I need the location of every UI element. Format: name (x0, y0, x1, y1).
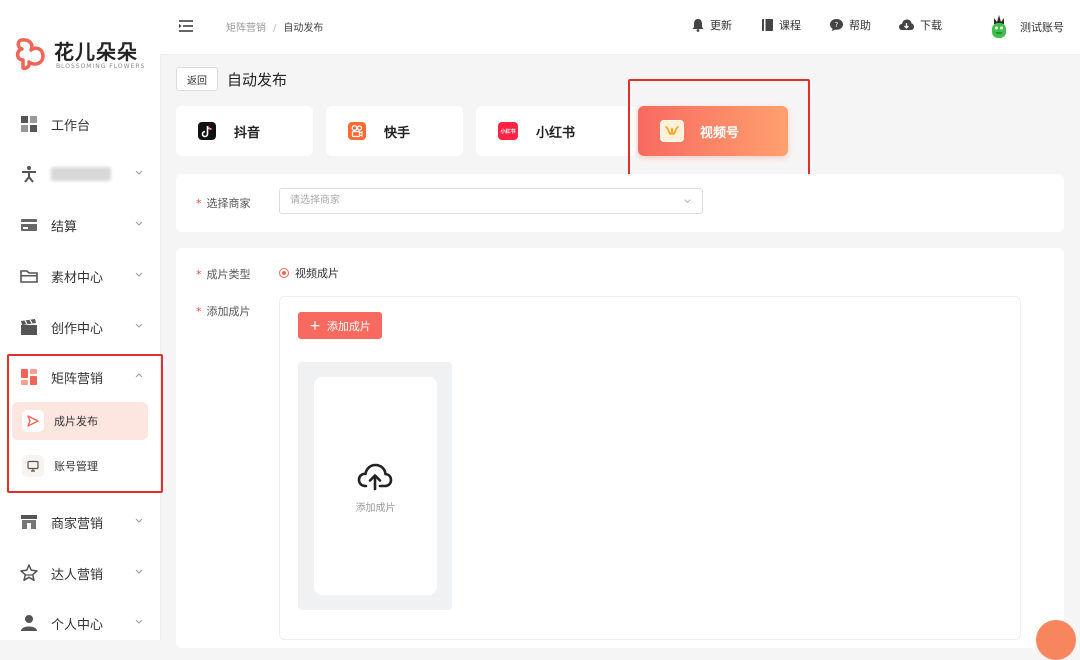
flower-logo-icon (15, 38, 45, 70)
course-button[interactable]: 课程 (761, 17, 801, 33)
breadcrumb: 矩阵营销 / 自动发布 (226, 19, 323, 34)
sidebar-item-merchant-marketing[interactable]: 商家营销 (0, 502, 160, 542)
merchant-select[interactable]: 请选择商家 (279, 188, 703, 214)
sidebar-item-label: 工作台 (51, 118, 91, 134)
tab-douyin[interactable]: 抖音 (176, 106, 313, 156)
chevron-down-icon (135, 569, 143, 574)
chevron-up-icon (135, 373, 143, 378)
menu-collapse-icon[interactable] (178, 19, 194, 33)
person-figure-icon (20, 165, 38, 183)
sidebar-item-personal-center[interactable]: 个人中心 (0, 603, 160, 643)
monitor-icon (22, 455, 44, 477)
sidebar-item-materials[interactable]: 素材中心 (0, 256, 160, 296)
merchant-label: * 选择商家 (196, 197, 251, 210)
film-type-radio[interactable]: 视频成片 (279, 265, 339, 281)
breadcrumb-separator: / (273, 23, 277, 34)
chevron-down-icon (135, 272, 143, 277)
download-button[interactable]: 下载 (898, 17, 942, 33)
help-label: 帮助 (849, 19, 871, 32)
update-button[interactable]: 更新 (691, 17, 732, 33)
download-label: 下载 (920, 19, 942, 32)
brand-subtitle: BLOSSOMING FLOWERS (56, 63, 146, 70)
sidebar: 花儿朵朵 BLOSSOMING FLOWERS 工作台 结算 素材中心 创作中心… (0, 0, 161, 640)
star-icon (20, 564, 38, 582)
sidebar-subitem-label: 成片发布 (54, 415, 98, 428)
svg-text:?: ? (835, 21, 839, 29)
add-film-button[interactable]: + 添加成片 (298, 312, 382, 339)
sidebar-item-hidden[interactable] (0, 154, 160, 194)
upload-text: 添加成片 (355, 503, 396, 514)
back-button[interactable]: 返回 (176, 67, 218, 91)
sidebar-item-label: 矩阵营销 (51, 371, 104, 387)
sidebar-item-label: 个人中心 (51, 617, 104, 633)
card-icon (20, 216, 38, 234)
brand-logo[interactable]: 花儿朵朵 BLOSSOMING FLOWERS (14, 34, 154, 74)
chevron-down-icon (135, 221, 143, 226)
radio-checked-icon (279, 268, 289, 278)
course-label: 课程 (779, 19, 801, 32)
tab-label: 小红书 (536, 125, 576, 141)
help-button[interactable]: ? 帮助 (829, 17, 871, 33)
tab-xiaohongshu[interactable]: 小红书 小红书 (476, 106, 636, 156)
sidebar-item-workbench[interactable]: 工作台 (0, 104, 160, 144)
chevron-down-icon (684, 199, 691, 204)
user-icon (20, 614, 38, 632)
chevron-down-icon (135, 518, 143, 523)
sidebar-item-creation[interactable]: 创作中心 (0, 307, 160, 347)
cloud-upload-icon (357, 463, 393, 491)
plus-icon: + (309, 317, 321, 334)
bell-icon (692, 19, 704, 32)
blurred-label (51, 167, 111, 181)
sidebar-item-label: 商家营销 (51, 516, 104, 532)
avatar[interactable] (988, 14, 1010, 40)
matrix-blocks-icon (20, 368, 38, 386)
tab-label: 抖音 (234, 125, 261, 141)
breadcrumb-item[interactable]: 矩阵营销 (226, 23, 266, 34)
tab-label: 视频号 (700, 125, 740, 141)
douyin-icon (198, 122, 216, 140)
chevron-down-icon (135, 170, 143, 175)
cloud-download-icon (899, 19, 914, 30)
sidebar-item-label: 结算 (51, 219, 78, 235)
sidebar-item-label: 达人营销 (51, 567, 104, 583)
shop-icon (20, 513, 38, 531)
sidebar-item-label: 创作中心 (51, 321, 104, 337)
chevron-down-icon (135, 323, 143, 328)
breadcrumb-current: 自动发布 (283, 23, 324, 34)
add-film-label: * 添加成片 (196, 305, 251, 318)
tab-label: 快手 (384, 125, 411, 141)
account-name[interactable]: 测试账号 (1020, 19, 1064, 35)
brand-name: 花儿朵朵 (54, 40, 138, 64)
sidebar-subitem-label: 账号管理 (54, 460, 98, 473)
tab-kuaishou[interactable]: 快手 (326, 106, 463, 156)
book-icon (762, 19, 773, 31)
folder-icon (20, 267, 38, 285)
kuaishou-icon (348, 122, 366, 140)
dashboard-grid-icon (20, 115, 38, 133)
sidebar-item-matrix-marketing[interactable]: 矩阵营销 (0, 357, 160, 397)
sidebar-item-settlement[interactable]: 结算 (0, 205, 160, 245)
update-label: 更新 (710, 19, 732, 32)
add-film-button-label: 添加成片 (326, 319, 371, 333)
sidebar-subitem-account-manage[interactable]: 账号管理 (12, 447, 148, 485)
send-icon (22, 410, 44, 432)
clapper-icon (20, 318, 38, 336)
page-title: 自动发布 (227, 71, 288, 89)
channels-icon (660, 120, 684, 142)
xiaohongshu-icon: 小红书 (498, 122, 518, 140)
sidebar-item-influencer-marketing[interactable]: 达人营销 (0, 553, 160, 593)
floating-service-button[interactable] (1036, 620, 1076, 660)
merchant-placeholder: 请选择商家 (290, 195, 340, 206)
film-type-option: 视频成片 (295, 267, 339, 280)
tab-channels[interactable]: 视频号 (638, 106, 788, 156)
top-bar: 矩阵营销 / 自动发布 更新 课程 ? 帮助 下载 测试账号 (160, 0, 1080, 55)
chevron-down-icon (135, 619, 143, 624)
sidebar-item-label: 素材中心 (51, 270, 104, 286)
film-type-label: * 成片类型 (196, 268, 251, 281)
help-chat-icon: ? (830, 19, 843, 31)
sidebar-subitem-film-publish[interactable]: 成片发布 (12, 402, 148, 440)
